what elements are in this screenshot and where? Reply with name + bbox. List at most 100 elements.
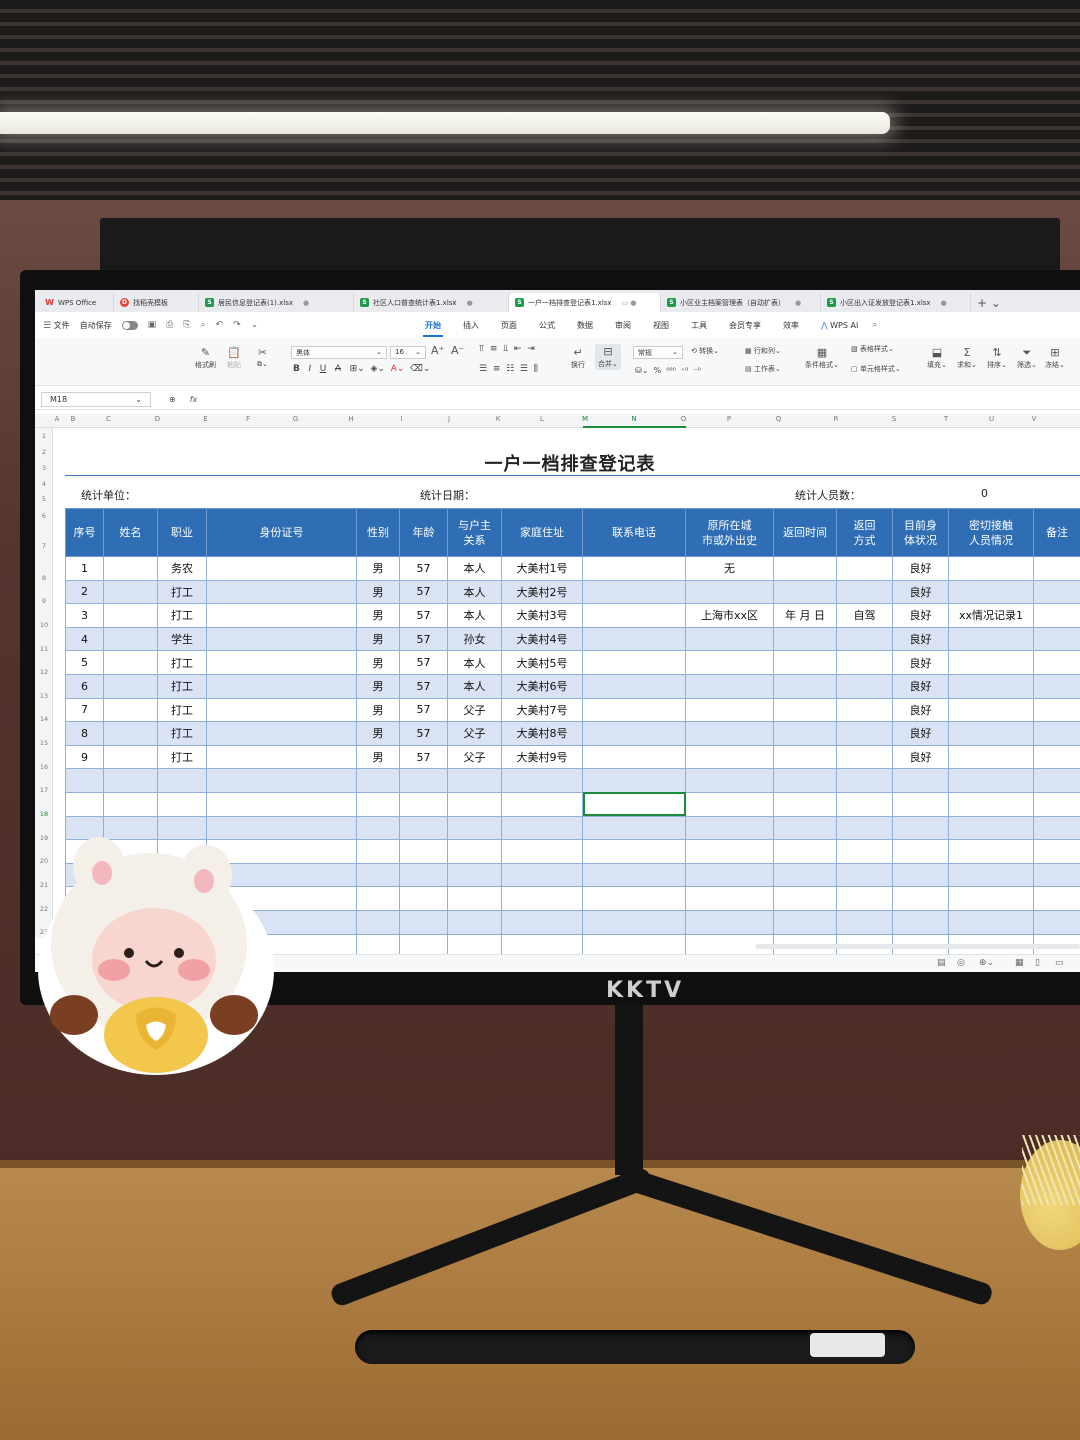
table-header-cell[interactable]: 序号 bbox=[65, 508, 104, 557]
table-header-cell[interactable]: 身份证号 bbox=[206, 508, 357, 557]
table-cell[interactable]: 父子 bbox=[447, 697, 502, 723]
table-cell[interactable] bbox=[103, 791, 158, 817]
document-tab-6[interactable]: S 小区出入证发放登记表1.xlsx ● bbox=[821, 293, 971, 312]
table-cell[interactable] bbox=[685, 815, 774, 841]
table-cell[interactable] bbox=[836, 862, 893, 888]
ribbon-tab-4[interactable]: 数据 bbox=[577, 320, 593, 331]
table-cell[interactable] bbox=[157, 768, 207, 793]
page-view-icon[interactable]: ▤ bbox=[937, 958, 946, 968]
table-cell[interactable]: xx情况记录1 bbox=[948, 603, 1034, 628]
table-cell[interactable]: 57 bbox=[399, 673, 448, 699]
table-cell[interactable]: 男 bbox=[356, 603, 400, 628]
autosave-toggle[interactable] bbox=[121, 320, 138, 330]
table-cell[interactable]: 自驾 bbox=[836, 603, 893, 628]
table-cell[interactable] bbox=[836, 768, 893, 793]
fill-button[interactable]: ⬓ 填充⌄ bbox=[927, 346, 947, 370]
print-preview-icon[interactable]: ⌕ bbox=[201, 320, 206, 330]
table-cell[interactable]: 男 bbox=[356, 744, 400, 770]
table-cell[interactable] bbox=[356, 862, 400, 888]
page-layout-icon[interactable]: ▯ bbox=[1035, 958, 1040, 968]
table-cell[interactable] bbox=[447, 839, 502, 864]
align-middle-icon[interactable]: ≡ bbox=[490, 344, 498, 354]
align-left-icon[interactable]: ☰ bbox=[479, 364, 487, 374]
table-cell[interactable] bbox=[948, 721, 1034, 746]
table-cell[interactable] bbox=[206, 556, 357, 581]
table-cell[interactable] bbox=[582, 603, 686, 628]
table-cell[interactable] bbox=[103, 556, 158, 581]
row-header-9[interactable]: 9 bbox=[35, 597, 53, 605]
table-cell[interactable] bbox=[836, 744, 893, 770]
table-cell[interactable] bbox=[206, 721, 357, 746]
row-header-13[interactable]: 13 bbox=[35, 692, 53, 700]
table-cell[interactable] bbox=[356, 791, 400, 817]
strikethrough-icon[interactable]: A bbox=[335, 364, 341, 374]
table-cell[interactable] bbox=[892, 886, 949, 911]
table-cell[interactable] bbox=[582, 626, 686, 652]
table-cell[interactable] bbox=[206, 744, 357, 770]
table-cell[interactable] bbox=[582, 839, 686, 864]
table-cell[interactable] bbox=[836, 626, 893, 652]
rows-cols-button[interactable]: ▦ 行和列⌄ bbox=[745, 346, 781, 356]
document-tab-1[interactable]: D 找稻壳模板 bbox=[114, 293, 199, 312]
table-cell[interactable]: 2 bbox=[65, 579, 104, 605]
close-icon[interactable]: ▭ ● bbox=[622, 299, 637, 307]
table-header-cell[interactable]: 年龄 bbox=[399, 508, 448, 557]
document-tab-2[interactable]: S 居民信息登记表(1).xlsx ● bbox=[199, 293, 354, 312]
table-cell[interactable] bbox=[773, 650, 837, 675]
table-cell[interactable] bbox=[892, 791, 949, 817]
table-cell[interactable]: 良好 bbox=[892, 721, 949, 746]
table-cell[interactable] bbox=[501, 886, 583, 911]
filter-button[interactable]: ⏷ 筛选⌄ bbox=[1017, 346, 1037, 370]
table-cell[interactable] bbox=[103, 768, 158, 793]
column-header-A[interactable]: A bbox=[53, 415, 61, 423]
sort-button[interactable]: ⇅ 排序⌄ bbox=[987, 346, 1007, 370]
table-cell[interactable] bbox=[773, 791, 837, 817]
table-cell[interactable] bbox=[773, 839, 837, 864]
table-cell[interactable] bbox=[356, 886, 400, 911]
column-header-U[interactable]: U bbox=[970, 415, 1013, 423]
table-cell[interactable] bbox=[773, 862, 837, 888]
font-color-icon[interactable]: A⌄ bbox=[391, 364, 405, 374]
table-cell[interactable]: 8 bbox=[65, 721, 104, 746]
table-cell[interactable] bbox=[892, 815, 949, 841]
column-header-J[interactable]: J bbox=[424, 415, 474, 423]
search-icon[interactable]: ⌕ bbox=[872, 320, 877, 330]
indent-decrease-icon[interactable]: ⇤ bbox=[514, 344, 522, 354]
table-cell[interactable]: 打工 bbox=[157, 603, 207, 628]
table-cell[interactable] bbox=[1033, 815, 1080, 841]
table-cell[interactable] bbox=[356, 909, 400, 935]
table-cell[interactable] bbox=[1033, 579, 1080, 605]
sum-button[interactable]: Σ 求和⌄ bbox=[957, 346, 977, 370]
align-bottom-icon[interactable]: ⫫ bbox=[503, 344, 508, 354]
table-cell[interactable] bbox=[836, 909, 893, 935]
formula-input[interactable] bbox=[205, 393, 1080, 407]
ribbon-tab-7[interactable]: 工具 bbox=[691, 320, 707, 331]
ribbon-tab-1[interactable]: 插入 bbox=[463, 320, 479, 331]
table-cell[interactable] bbox=[582, 721, 686, 746]
column-header-O[interactable]: O bbox=[660, 415, 707, 423]
table-cell[interactable] bbox=[836, 650, 893, 675]
chevron-down-icon[interactable]: ⌄ bbox=[251, 320, 259, 330]
table-cell[interactable] bbox=[206, 626, 357, 652]
table-cell[interactable]: 男 bbox=[356, 721, 400, 746]
table-cell[interactable]: 良好 bbox=[892, 603, 949, 628]
close-icon[interactable]: ● bbox=[303, 299, 309, 307]
table-cell[interactable] bbox=[836, 721, 893, 746]
cell-style-button[interactable]: ▢ 单元格样式⌄ bbox=[851, 364, 901, 374]
table-cell[interactable] bbox=[582, 744, 686, 770]
column-header-L[interactable]: L bbox=[522, 415, 562, 423]
table-cell[interactable] bbox=[447, 909, 502, 935]
table-cell[interactable] bbox=[685, 579, 774, 605]
table-cell[interactable]: 57 bbox=[399, 626, 448, 652]
table-cell[interactable] bbox=[773, 579, 837, 605]
table-cell[interactable]: 大美村7号 bbox=[501, 697, 583, 723]
italic-icon[interactable]: I bbox=[308, 364, 311, 374]
column-header-F[interactable]: F bbox=[228, 415, 268, 423]
table-cell[interactable] bbox=[447, 862, 502, 888]
currency-icon[interactable]: ⛁⌄ bbox=[635, 366, 648, 375]
table-cell[interactable]: 大美村9号 bbox=[501, 744, 583, 770]
table-cell[interactable] bbox=[206, 768, 357, 793]
column-header-T[interactable]: T bbox=[922, 415, 970, 423]
row-header-10[interactable]: 10 bbox=[35, 621, 53, 629]
table-header-cell[interactable]: 职业 bbox=[157, 508, 207, 557]
